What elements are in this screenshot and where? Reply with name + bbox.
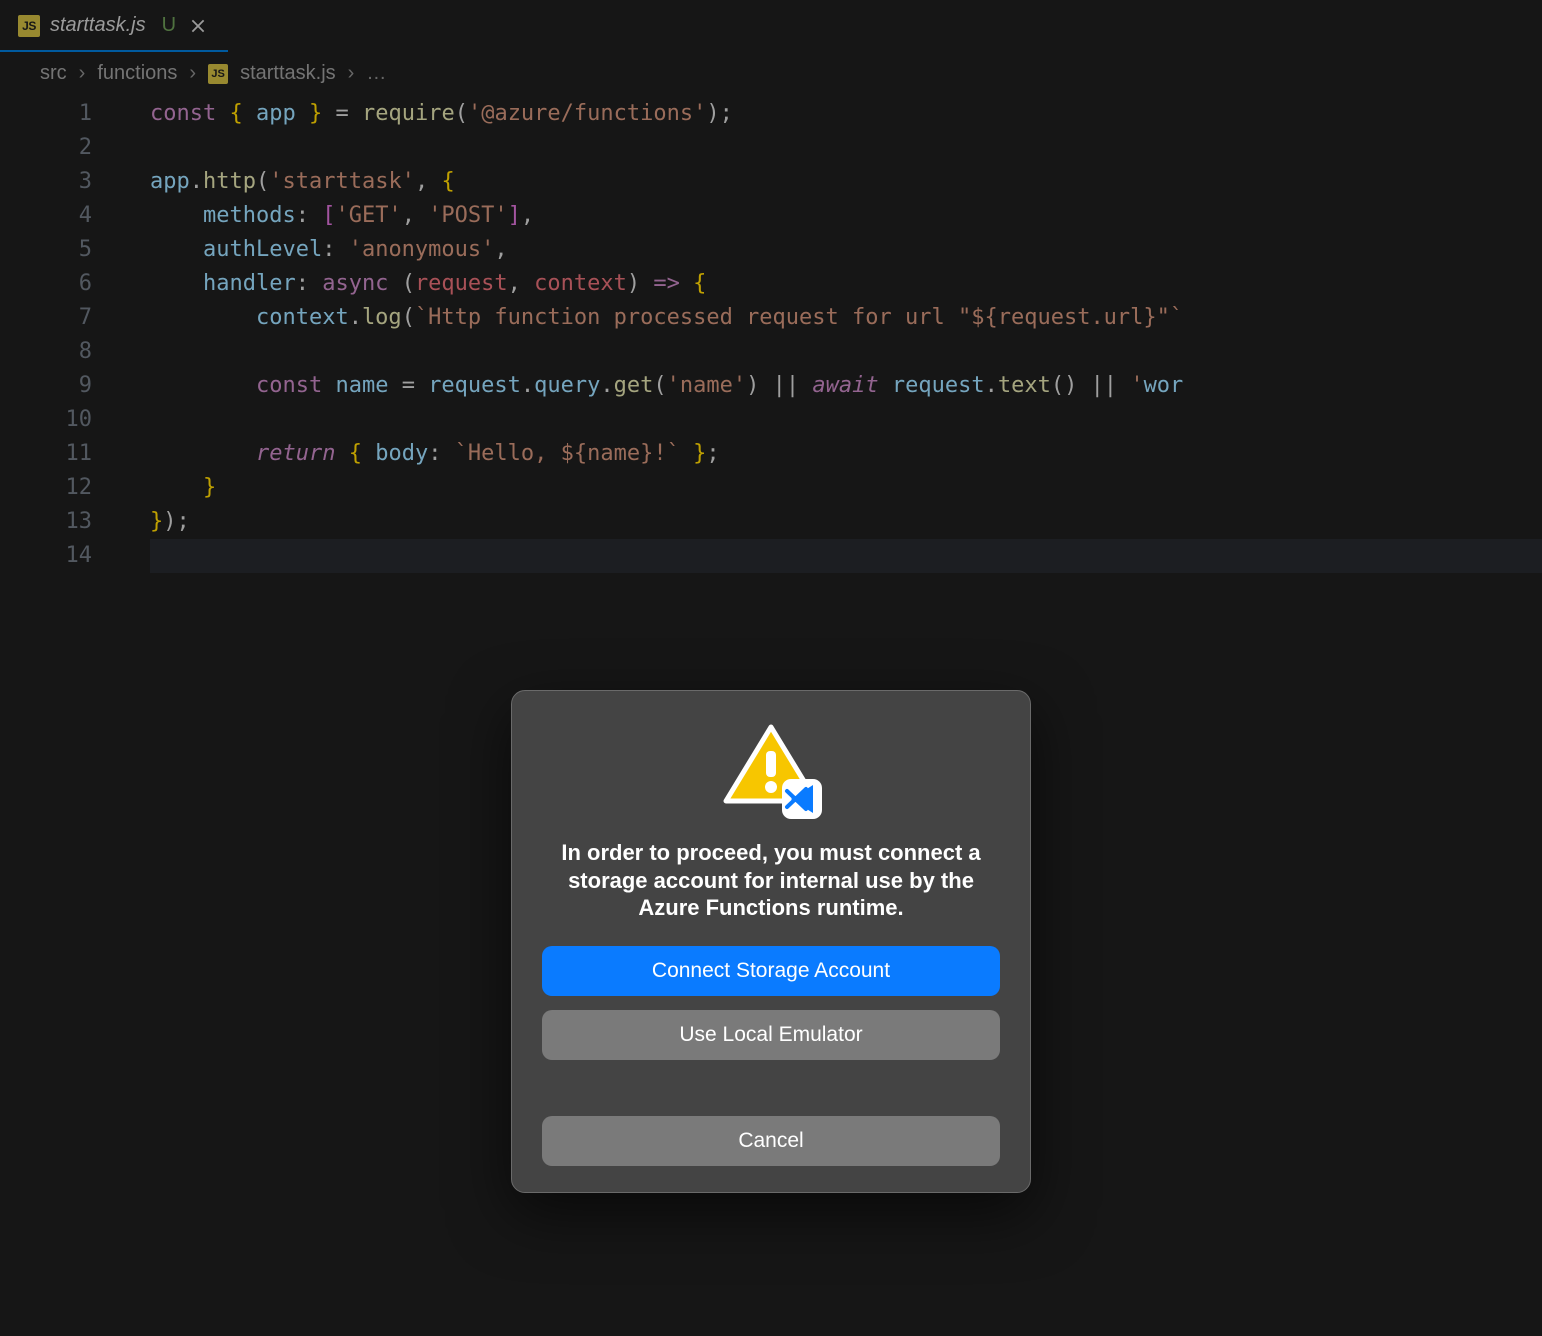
breadcrumb-more-icon[interactable]: … [366,62,386,85]
js-file-icon: JS [18,15,40,37]
chevron-right-icon: › [77,62,88,85]
js-file-icon: JS [208,64,228,84]
code-line[interactable] [150,403,1542,437]
line-number-gutter: 1 2 3 4 5 6 7 8 9 10 11 12 13 14 [0,97,120,573]
chevron-right-icon: › [346,62,357,85]
code-line[interactable]: methods: ['GET', 'POST'], [150,199,1542,233]
code-line[interactable]: const { app } = require('@azure/function… [150,97,1542,131]
cancel-button[interactable]: Cancel [542,1116,1000,1166]
code-line[interactable] [150,131,1542,165]
code-line[interactable]: handler: async (request, context) => { [150,267,1542,301]
use-local-emulator-button[interactable]: Use Local Emulator [542,1010,1000,1060]
tab-label: starttask.js [50,14,146,37]
code-line[interactable]: }); [150,505,1542,539]
code-line[interactable]: authLevel: 'anonymous', [150,233,1542,267]
dialog-message: In order to proceed, you must connect a … [561,839,981,922]
code-editor[interactable]: 1 2 3 4 5 6 7 8 9 10 11 12 13 14 const {… [0,93,1542,573]
code-line[interactable]: app.http('starttask', { [150,165,1542,199]
git-status-untracked-marker: U [162,14,176,37]
breadcrumb[interactable]: src › functions › JS starttask.js › … [0,52,1542,93]
code-line[interactable]: const name = request.query.get('name') |… [150,369,1542,403]
breadcrumb-segment-file[interactable]: starttask.js [240,62,336,85]
code-line[interactable]: return { body: `Hello, ${name}!` }; [150,437,1542,471]
connect-storage-dialog: In order to proceed, you must connect a … [511,690,1031,1193]
code-line[interactable] [150,335,1542,369]
tab-bar: JS starttask.js U [0,0,1542,52]
code-line[interactable]: } [150,471,1542,505]
breadcrumb-segment-functions[interactable]: functions [97,62,177,85]
code-area[interactable]: const { app } = require('@azure/function… [120,97,1542,573]
breadcrumb-segment-src[interactable]: src [40,62,67,85]
dialog-icon [716,721,826,821]
close-tab-icon[interactable] [186,14,210,38]
chevron-right-icon: › [187,62,198,85]
code-line[interactable] [150,539,1542,573]
vscode-icon [782,779,822,819]
editor-tab-starttask[interactable]: JS starttask.js U [0,0,228,52]
connect-storage-account-button[interactable]: Connect Storage Account [542,946,1000,996]
code-line[interactable]: context.log(`Http function processed req… [150,301,1542,335]
